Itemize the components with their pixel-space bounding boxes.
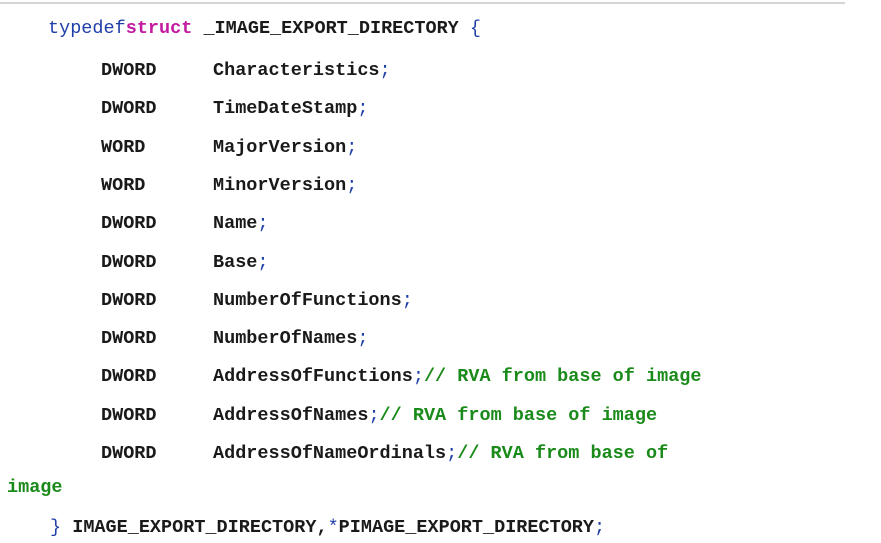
field-member: MinorVersion; (213, 174, 357, 198)
field-comment: // RVA from base of image (423, 366, 702, 387)
field-name: MinorVersion (213, 175, 347, 196)
field-row: DWORD Name; (101, 212, 861, 236)
field-type: DWORD (101, 213, 157, 234)
field-type: WORD (101, 137, 146, 158)
field-member: AddressOfFunctions;// RVA from base of i… (213, 365, 702, 389)
field-member: AddressOfNames;// RVA from base of image (213, 404, 657, 428)
field-type: WORD (101, 175, 146, 196)
typedef-keyword: typedef (48, 18, 126, 39)
field-type: DWORD (101, 98, 157, 119)
field-name: Base (213, 252, 258, 273)
pointer-type-name: PIMAGE_EXPORT_DIRECTORY (338, 517, 595, 538)
field-name: TimeDateStamp (213, 98, 358, 119)
field-row: DWORD NumberOfNames; (101, 327, 861, 351)
field-name: AddressOfNames (213, 405, 369, 426)
field-name: AddressOfNameOrdinals (213, 443, 447, 464)
field-name: Characteristics (213, 60, 380, 81)
field-name: Name (213, 213, 258, 234)
field-semicolon: ; (346, 175, 358, 196)
field-row: DWORD AddressOfNames;// RVA from base of … (101, 404, 861, 428)
field-row: DWORD TimeDateStamp; (101, 97, 861, 121)
typedef-names: IMAGE_EXPORT_DIRECTORY, (61, 517, 328, 538)
close-brace: } (50, 517, 62, 538)
field-member: AddressOfNameOrdinals;// RVA from base o… (213, 442, 668, 466)
field-type: DWORD (101, 443, 157, 464)
field-type: DWORD (101, 366, 157, 387)
field-row: DWORD Characteristics; (101, 59, 861, 83)
field-type: DWORD (101, 328, 157, 349)
top-rule (0, 2, 845, 4)
field-member: Name; (213, 212, 269, 236)
field-name: NumberOfFunctions (213, 290, 402, 311)
footer-semicolon: ; (594, 517, 606, 538)
open-brace: { (469, 18, 481, 39)
field-semicolon: ; (379, 60, 391, 81)
field-type: DWORD (101, 405, 157, 426)
wrapped-comment: image (7, 477, 63, 498)
field-member: NumberOfNames; (213, 327, 368, 351)
field-row: DWORD AddressOfFunctions;// RVA from base… (101, 365, 861, 389)
field-member: NumberOfFunctions; (213, 289, 413, 313)
field-name: NumberOfNames (213, 328, 358, 349)
field-member: Base; (213, 251, 269, 275)
field-semicolon: ; (357, 98, 369, 119)
struct-keyword: struct (125, 18, 193, 39)
field-name: MajorVersion (213, 137, 347, 158)
field-row: WORD MinorVersion; (101, 174, 861, 198)
pointer-star: * (327, 517, 339, 538)
field-comment: // RVA from base of image (379, 405, 658, 426)
field-row: DWORD NumberOfFunctions; (101, 289, 861, 313)
field-semicolon: ; (257, 252, 269, 273)
field-row: DWORD Base; (101, 251, 861, 275)
struct-header-line: typedefstruct _IMAGE_EXPORT_DIRECTORY { (48, 17, 481, 41)
field-member: MajorVersion; (213, 136, 357, 160)
field-type: DWORD (101, 290, 157, 311)
field-semicolon: ; (446, 443, 458, 464)
field-semicolon: ; (257, 213, 269, 234)
field-semicolon: ; (368, 405, 380, 426)
field-row: DWORD AddressOfNameOrdinals;// RVA from b… (101, 442, 861, 466)
field-semicolon: ; (412, 366, 424, 387)
field-type: DWORD (101, 252, 157, 273)
field-type: DWORD (101, 60, 157, 81)
field-comment: // RVA from base of (457, 443, 669, 464)
field-member: Characteristics; (213, 59, 391, 83)
field-semicolon: ; (357, 328, 369, 349)
code-document: { "header": { "typedef": "typedef", "str… (0, 0, 881, 543)
struct-name: _IMAGE_EXPORT_DIRECTORY (192, 18, 470, 39)
field-semicolon: ; (401, 290, 413, 311)
field-row: WORD MajorVersion; (101, 136, 861, 160)
field-semicolon: ; (346, 137, 358, 158)
field-member: TimeDateStamp; (213, 97, 368, 121)
field-name: AddressOfFunctions (213, 366, 413, 387)
bottom-clip (0, 536, 881, 543)
